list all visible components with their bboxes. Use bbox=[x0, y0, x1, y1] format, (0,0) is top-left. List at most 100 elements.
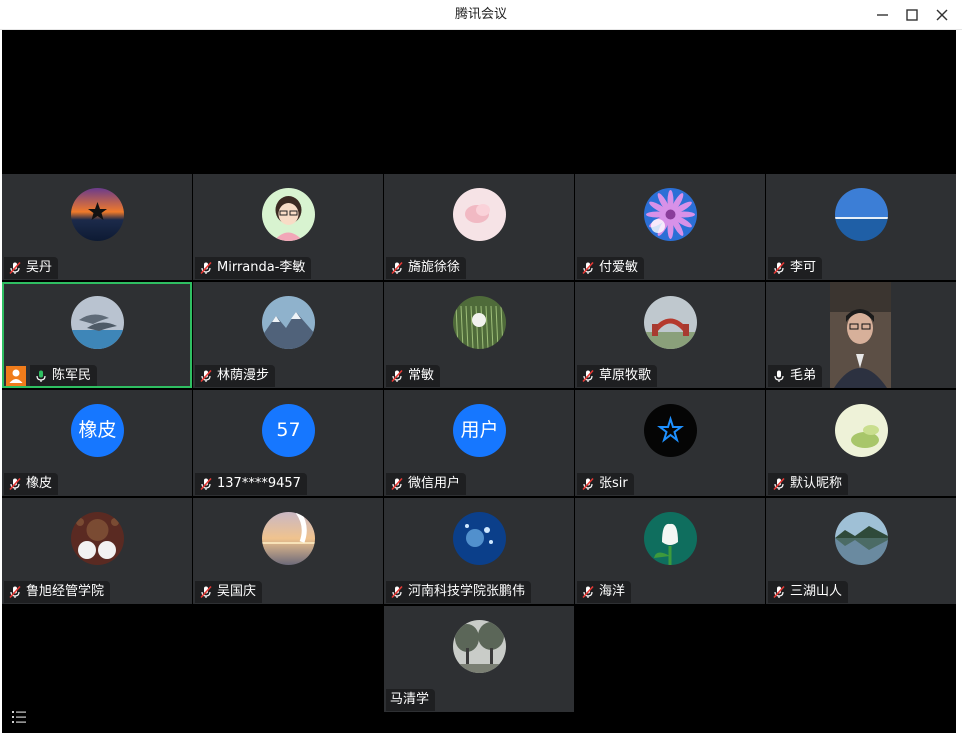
participant-label: 李可 bbox=[768, 257, 823, 279]
participant-tile[interactable]: 陈军民 bbox=[2, 282, 192, 388]
participant-name: 毛弟 bbox=[790, 368, 817, 383]
participant-tile[interactable]: 橡皮 橡皮 bbox=[2, 390, 192, 496]
avatar bbox=[644, 404, 697, 457]
participant-name: 马清学 bbox=[390, 692, 430, 707]
participant-tile[interactable]: 常敏 bbox=[384, 282, 574, 388]
participant-tile[interactable]: 马清学 bbox=[384, 606, 574, 712]
avatar-text: 57 bbox=[262, 404, 315, 457]
avatar bbox=[644, 188, 697, 241]
participant-tile[interactable]: 吴丹 bbox=[2, 174, 192, 280]
participant-label: 默认昵称 bbox=[768, 473, 849, 495]
mic-muted-icon bbox=[199, 261, 213, 275]
mic-icon bbox=[34, 369, 48, 383]
participant-tile[interactable]: 河南科技学院张鹏伟 bbox=[384, 498, 574, 604]
participant-tile[interactable]: 三湖山人 bbox=[766, 498, 956, 604]
mic-muted-icon bbox=[199, 369, 213, 383]
participant-label: 海洋 bbox=[577, 581, 632, 603]
participant-tile[interactable]: 旖旎徐徐 bbox=[384, 174, 574, 280]
participant-name: Mirranda-李敏 bbox=[217, 260, 306, 275]
participant-tile[interactable]: 李可 bbox=[766, 174, 956, 280]
participant-name: 河南科技学院张鹏伟 bbox=[408, 584, 526, 599]
avatar bbox=[262, 512, 315, 565]
participant-list-button[interactable] bbox=[11, 709, 27, 725]
avatar bbox=[644, 512, 697, 565]
avatar bbox=[453, 512, 506, 565]
mic-muted-icon bbox=[390, 261, 404, 275]
participant-label: 橡皮 bbox=[4, 473, 59, 495]
participant-label: 鲁旭经管学院 bbox=[4, 581, 111, 603]
avatar bbox=[453, 620, 506, 673]
participant-name: 张sir bbox=[599, 476, 628, 491]
avatar bbox=[835, 512, 888, 565]
participant-tile[interactable]: 付爱敏 bbox=[575, 174, 765, 280]
mic-muted-icon bbox=[8, 477, 22, 491]
participant-tile[interactable]: 吴国庆 bbox=[193, 498, 383, 604]
participant-label: 陈军民 bbox=[30, 365, 98, 386]
avatar-text: 橡皮 bbox=[71, 404, 124, 457]
avatar bbox=[453, 296, 506, 349]
window-title: 腾讯会议 bbox=[454, 7, 507, 22]
maximize-button[interactable] bbox=[902, 5, 922, 25]
mic-muted-icon bbox=[390, 585, 404, 599]
window-edge-right bbox=[956, 30, 962, 733]
participant-name: 陈军民 bbox=[52, 368, 92, 383]
participant-tile[interactable]: 草原牧歌 bbox=[575, 282, 765, 388]
participant-name: 橡皮 bbox=[26, 476, 53, 491]
avatar bbox=[71, 296, 124, 349]
participant-label: 草原牧歌 bbox=[577, 365, 658, 387]
participant-tile[interactable]: 张sir bbox=[575, 390, 765, 496]
participant-label: 旖旎徐徐 bbox=[386, 257, 467, 279]
maximize-icon bbox=[906, 9, 918, 21]
mic-muted-icon bbox=[581, 477, 595, 491]
mic-muted-icon bbox=[581, 369, 595, 383]
participant-tile[interactable]: 鲁旭经管学院 bbox=[2, 498, 192, 604]
participant-name: 海洋 bbox=[599, 584, 626, 599]
participant-label: 吴丹 bbox=[4, 257, 59, 279]
participant-label: 付爱敏 bbox=[577, 257, 645, 279]
participant-label: 林荫漫步 bbox=[195, 365, 276, 387]
mic-muted-icon bbox=[772, 477, 786, 491]
participant-label: Mirranda-李敏 bbox=[195, 257, 312, 279]
participant-tile[interactable]: 默认昵称 bbox=[766, 390, 956, 496]
mic-muted-icon bbox=[390, 477, 404, 491]
participant-tile[interactable]: 林荫漫步 bbox=[193, 282, 383, 388]
avatar bbox=[71, 512, 124, 565]
participant-tile[interactable]: Mirranda-李敏 bbox=[193, 174, 383, 280]
mic-icon bbox=[772, 369, 786, 383]
avatar bbox=[262, 296, 315, 349]
mic-muted-icon bbox=[8, 261, 22, 275]
participant-name: 旖旎徐徐 bbox=[408, 260, 461, 275]
avatar-text: 用户 bbox=[453, 404, 506, 457]
participant-label: 常敏 bbox=[386, 365, 441, 387]
participant-label: 137****9457 bbox=[195, 473, 307, 495]
mic-muted-icon bbox=[581, 585, 595, 599]
mic-muted-icon bbox=[199, 477, 213, 491]
avatar bbox=[71, 188, 124, 241]
participant-name: 李可 bbox=[790, 260, 817, 275]
participant-name: 微信用户 bbox=[408, 476, 461, 491]
participant-tile[interactable]: 毛弟 bbox=[766, 282, 956, 388]
participant-name: 林荫漫步 bbox=[217, 368, 270, 383]
minimize-button[interactable] bbox=[873, 5, 893, 25]
participant-name: 吴丹 bbox=[26, 260, 53, 275]
avatar bbox=[644, 296, 697, 349]
avatar bbox=[262, 188, 315, 241]
list-icon bbox=[12, 711, 26, 723]
window-titlebar: 腾讯会议 bbox=[0, 0, 962, 30]
participant-label: 马清学 bbox=[386, 689, 436, 711]
participant-name: 鲁旭经管学院 bbox=[26, 584, 105, 599]
minimize-icon bbox=[877, 14, 888, 16]
participant-name: 草原牧歌 bbox=[599, 368, 652, 383]
participant-tile[interactable]: 57 137****9457 bbox=[193, 390, 383, 496]
participant-label: 毛弟 bbox=[768, 365, 823, 387]
mic-muted-icon bbox=[772, 585, 786, 599]
participant-label: 张sir bbox=[577, 473, 634, 495]
participant-tile[interactable]: 用户微信用户 bbox=[384, 390, 574, 496]
participant-label: 三湖山人 bbox=[768, 581, 849, 603]
mic-muted-icon bbox=[199, 585, 213, 599]
mic-muted-icon bbox=[8, 585, 22, 599]
participant-name: 常敏 bbox=[408, 368, 435, 383]
mic-muted-icon bbox=[581, 261, 595, 275]
close-button[interactable] bbox=[932, 5, 952, 25]
participant-tile[interactable]: 海洋 bbox=[575, 498, 765, 604]
